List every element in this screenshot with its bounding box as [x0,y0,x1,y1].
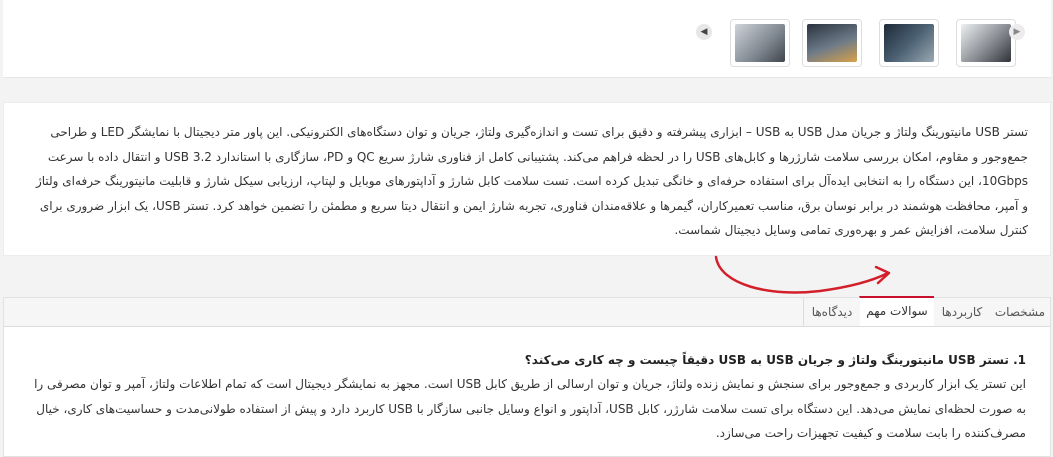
product-tabs: مشخصات کاربردها سوالات مهم دیدگاه‌ها 1. … [3,296,1051,457]
product-gallery: ◀ ▶ [3,0,1051,78]
gallery-thumb[interactable] [956,19,1016,67]
product-thumbnail-image [961,24,1011,62]
annotation-arrow-icon [714,255,891,294]
tab-specifications[interactable]: مشخصات [989,298,1050,326]
tab-applications[interactable]: کاربردها [933,298,990,326]
gallery-thumb[interactable] [802,19,862,67]
product-thumbnail-image [807,24,857,62]
gallery-thumb[interactable] [879,19,939,67]
product-thumbnail-image [884,24,934,62]
product-thumbnail-image [735,24,785,62]
faq-content: 1. تستر USB مانیتورینگ ولتاژ و جریان USB… [28,350,1026,446]
gallery-thumb[interactable] [730,19,790,67]
gallery-next-icon[interactable]: ▶ [1009,24,1025,40]
gallery-prev-icon[interactable]: ◀ [696,24,712,40]
faq-answer: این تستر یک ابزار کاربردی و جمع‌وجور برا… [34,377,1026,440]
description-text: تستر USB مانیتورینگ ولتاژ و جریان مدل US… [35,125,1028,237]
faq-question: 1. تستر USB مانیتورینگ ولتاژ و جریان USB… [524,353,1026,367]
product-description: تستر USB مانیتورینگ ولتاژ و جریان مدل US… [3,102,1051,256]
